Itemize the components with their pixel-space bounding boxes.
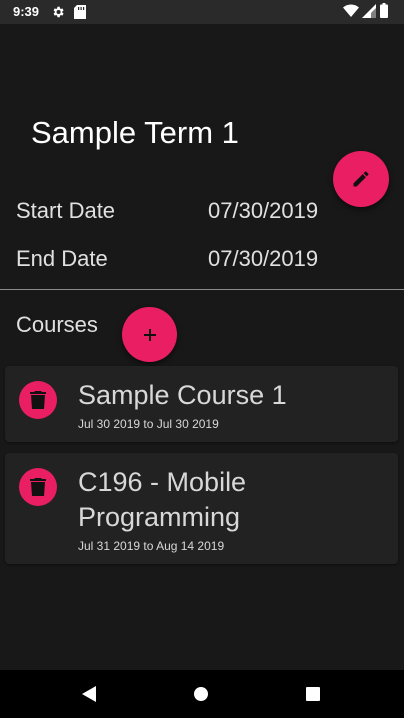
end-date-label: End Date: [16, 246, 108, 271]
trash-icon: [30, 478, 46, 496]
pencil-icon: [353, 171, 369, 187]
course-dates: Jul 30 2019 to Jul 30 2019: [78, 417, 219, 431]
term-title: Sample Term 1: [31, 115, 239, 150]
course-dates: Jul 31 2019 to Aug 14 2019: [78, 539, 225, 553]
sd-card-icon: [74, 5, 86, 19]
status-time: 9:39: [13, 4, 40, 19]
gear-icon: [53, 6, 64, 18]
trash-icon: [30, 391, 46, 409]
status-bar: 9:39: [0, 0, 404, 24]
home-button[interactable]: [171, 670, 231, 718]
back-icon: [82, 686, 96, 702]
course-title: C196 - Mobile Programming: [78, 467, 247, 532]
course-title: Sample Course 1: [78, 380, 287, 410]
end-date-value: 07/30/2019: [208, 246, 319, 271]
back-button[interactable]: [59, 670, 119, 718]
course-card[interactable]: Sample Course 1 Jul 30 2019 to Jul 30 20…: [5, 366, 398, 442]
add-course-button[interactable]: [122, 307, 177, 362]
edit-term-button[interactable]: [333, 151, 389, 207]
recents-button[interactable]: [283, 670, 343, 718]
course-card[interactable]: C196 - Mobile Programming Jul 31 2019 to…: [5, 453, 398, 564]
plus-icon: [143, 328, 156, 341]
delete-course-button[interactable]: [19, 381, 57, 419]
recents-icon: [306, 687, 320, 701]
navigation-bar: [0, 670, 404, 718]
wifi-icon: [343, 4, 359, 17]
delete-course-button[interactable]: [19, 468, 57, 506]
start-date-value: 07/30/2019: [208, 198, 319, 223]
term-detail-screen: Sample Term 1 Start Date 07/30/2019 End …: [0, 24, 404, 670]
start-date-label: Start Date: [16, 198, 116, 223]
courses-heading: Courses: [16, 312, 98, 337]
divider: [0, 289, 404, 290]
signal-icon: [362, 4, 376, 18]
battery-icon: [380, 3, 388, 18]
home-icon: [194, 687, 208, 701]
